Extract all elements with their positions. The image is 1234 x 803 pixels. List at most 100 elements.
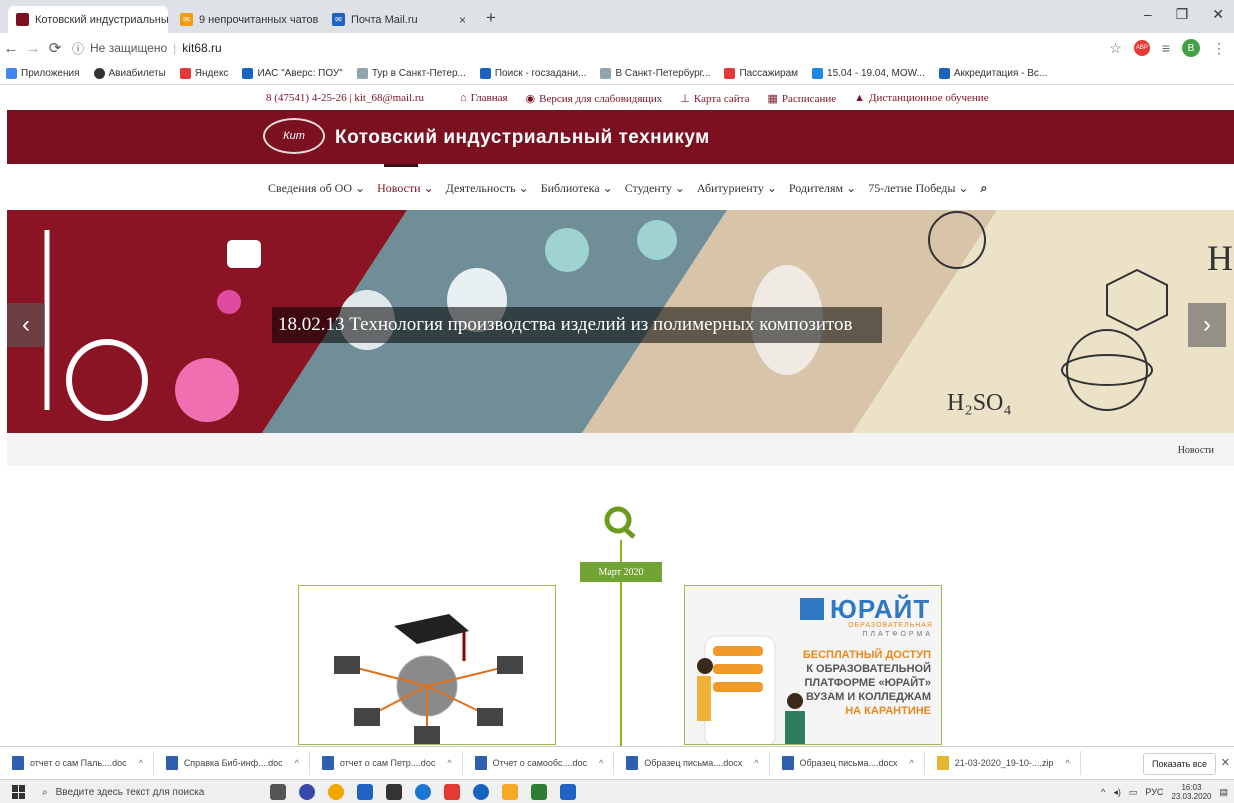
excel-icon[interactable]	[531, 784, 547, 800]
folder-icon[interactable]	[502, 784, 518, 800]
back-icon[interactable]: ←	[0, 40, 22, 57]
store-icon[interactable]	[386, 784, 402, 800]
bookmark-item[interactable]: Тур в Санкт-Петер...	[356, 68, 466, 79]
star-icon[interactable]: ☆	[1109, 40, 1122, 57]
network-icon[interactable]: ▭	[1129, 787, 1138, 798]
top-link-sitemap[interactable]: ⊥ Карта сайта	[680, 92, 749, 105]
eye-icon: ◉	[525, 93, 536, 105]
menu-item-library[interactable]: Библиотека ⌄	[541, 181, 613, 196]
word-doc-icon	[626, 756, 639, 770]
chevron-up-icon[interactable]: ^	[910, 758, 914, 768]
ie-icon[interactable]	[415, 784, 431, 800]
bookmark-item[interactable]: В Санкт-Петербург...	[600, 68, 710, 79]
menu-item-victory[interactable]: 75-летие Победы ⌄	[868, 181, 968, 196]
tab-mail[interactable]: ✉ Почта Mail.ru ×	[324, 6, 474, 33]
top-link-distance[interactable]: ▲ Дистанционное обучение	[854, 92, 988, 105]
bookmark-item[interactable]: Яндекс	[179, 68, 228, 79]
minimize-icon[interactable]: –	[1144, 6, 1152, 23]
slide-caption[interactable]: 18.02.13 Технология производства изделий…	[272, 307, 882, 343]
site-title[interactable]: Котовский индустриальный техникум	[335, 127, 710, 149]
browser-icon[interactable]	[473, 784, 489, 800]
yandex-icon[interactable]	[444, 784, 460, 800]
menu-item-news[interactable]: Новости ⌄	[377, 181, 434, 196]
menu-dots-icon[interactable]: ⋮	[1212, 40, 1226, 57]
menu-item-applicant[interactable]: Абитуриенту ⌄	[697, 181, 777, 196]
word-icon[interactable]	[560, 784, 576, 800]
bookmark-apps[interactable]: Приложения	[6, 68, 80, 79]
new-tab-icon[interactable]: +	[486, 8, 496, 28]
close-downloads-icon[interactable]: ✕	[1221, 756, 1230, 769]
taskbar-search-input[interactable]: ⌕ Введите здесь текст для поиска	[42, 784, 252, 801]
svg-text:H: H	[1207, 238, 1233, 278]
bookmark-item[interactable]: Авиабилеты	[93, 68, 166, 79]
graduation-cap-icon: ▲	[854, 92, 866, 104]
menu-item-student[interactable]: Студенту ⌄	[625, 181, 685, 196]
tab-kit68[interactable]: Котовский индустриальный те ×	[8, 6, 168, 33]
bookmark-item[interactable]: Пассажирам	[724, 68, 798, 79]
avatar[interactable]: В	[1182, 39, 1200, 57]
notifications-icon[interactable]: ▤	[1219, 787, 1228, 798]
download-item[interactable]: Отчет о самообс....doc ^	[463, 751, 615, 775]
menu-item-activity[interactable]: Деятельность ⌄	[446, 181, 529, 196]
forward-icon[interactable]: →	[22, 40, 44, 57]
mail-icon	[479, 68, 491, 79]
breadcrumb: Новости	[7, 433, 1234, 466]
download-item[interactable]: Справка Биб-инф....doc ^	[154, 751, 310, 775]
download-item[interactable]: Образец письма....docx ^	[770, 751, 925, 775]
download-item[interactable]: Образец письма....docx ^	[614, 751, 770, 775]
windows-start-icon[interactable]	[12, 785, 26, 799]
mail-icon[interactable]	[357, 784, 373, 800]
bookmark-item[interactable]: 15.04 - 19.04, MOW...	[812, 68, 925, 79]
task-view-icon[interactable]	[270, 784, 286, 800]
chrome-icon[interactable]	[328, 784, 344, 800]
chevron-up-icon[interactable]: ^	[139, 758, 143, 768]
chevron-up-icon[interactable]: ^	[599, 758, 603, 768]
contact-info[interactable]: 8 (47541) 4-25-26 | kit_68@mail.ru	[266, 92, 424, 104]
restore-icon[interactable]: ❐	[1176, 6, 1189, 23]
download-item[interactable]: отчет о сам Петр....doc ^	[310, 751, 463, 775]
page-icon	[356, 68, 368, 79]
tab-bar: Котовский индустриальный те × ✉ 9 непроч…	[0, 0, 1234, 33]
reload-icon[interactable]: ⟳	[44, 39, 66, 57]
slider-next-button[interactable]: ›	[1188, 303, 1226, 347]
download-item[interactable]: отчет о сам Паль....doc ^	[0, 751, 154, 775]
menu-item-parents[interactable]: Родителям ⌄	[789, 181, 856, 196]
hero-slider: H H₂SO₄ ‹ › 18.02.13 Технология производ…	[7, 210, 1234, 433]
top-link-accessible[interactable]: ◉ Версия для слабовидящих	[526, 92, 663, 105]
menu-item-about[interactable]: Сведения об ОО ⌄	[268, 181, 365, 196]
chevron-up-icon[interactable]: ^	[295, 758, 299, 768]
downloads-bar: отчет о сам Паль....doc ^ Справка Биб-инф…	[0, 746, 1234, 779]
info-icon[interactable]: ⓘ	[72, 40, 84, 57]
adblock-icon[interactable]: ABP	[1133, 40, 1150, 56]
bookmark-item[interactable]: Поиск - госзадани...	[479, 68, 586, 79]
show-all-downloads-button[interactable]: Показать все	[1143, 753, 1216, 775]
slider-prev-button[interactable]: ‹	[7, 303, 45, 347]
close-tab-icon[interactable]: ×	[459, 13, 466, 27]
close-window-icon[interactable]: ✕	[1212, 6, 1224, 23]
globe-icon	[93, 68, 105, 79]
tray-chevron-icon[interactable]: ^	[1101, 787, 1105, 797]
download-item[interactable]: 21-03-2020_19-10-....zip ^	[925, 751, 1081, 775]
news-image	[334, 614, 523, 744]
chevron-up-icon[interactable]: ^	[447, 758, 451, 768]
top-link-home[interactable]: ⌂ Главная	[460, 92, 508, 105]
tab-chats[interactable]: ✉ 9 непрочитанных чатов ◂ ×	[172, 6, 320, 33]
volume-icon[interactable]: ◂)	[1113, 787, 1121, 798]
apps-grid-icon	[6, 68, 17, 79]
search-icon[interactable]: ⌕	[981, 181, 988, 196]
clock[interactable]: 16:03 23.03.2020	[1171, 783, 1211, 801]
bookmark-item[interactable]: Аккредитация - Вс...	[938, 68, 1047, 79]
chevron-up-icon[interactable]: ^	[754, 758, 758, 768]
urait-sub1: ОБРАЗОВАТЕЛЬНАЯ	[848, 622, 933, 629]
url-field[interactable]: ⓘ Не защищено | kit68.ru	[72, 40, 222, 57]
reading-list-icon[interactable]: ≡	[1162, 40, 1170, 56]
bookmark-item[interactable]: ИАС "Аверс: ПОУ"	[242, 68, 343, 79]
news-card[interactable]: ЮРАЙТ ОБРАЗОВАТЕЛЬНАЯ ПЛАТФОРМА БЕСПЛАТН…	[684, 585, 942, 745]
word-doc-icon	[781, 756, 794, 770]
site-logo[interactable]: Кит	[263, 118, 325, 154]
top-link-schedule[interactable]: ▦ Расписание	[768, 92, 837, 105]
language-indicator[interactable]: РУС	[1145, 787, 1163, 797]
cortana-icon[interactable]	[299, 784, 315, 800]
news-card[interactable]	[298, 585, 556, 745]
chevron-up-icon[interactable]: ^	[1065, 758, 1069, 768]
